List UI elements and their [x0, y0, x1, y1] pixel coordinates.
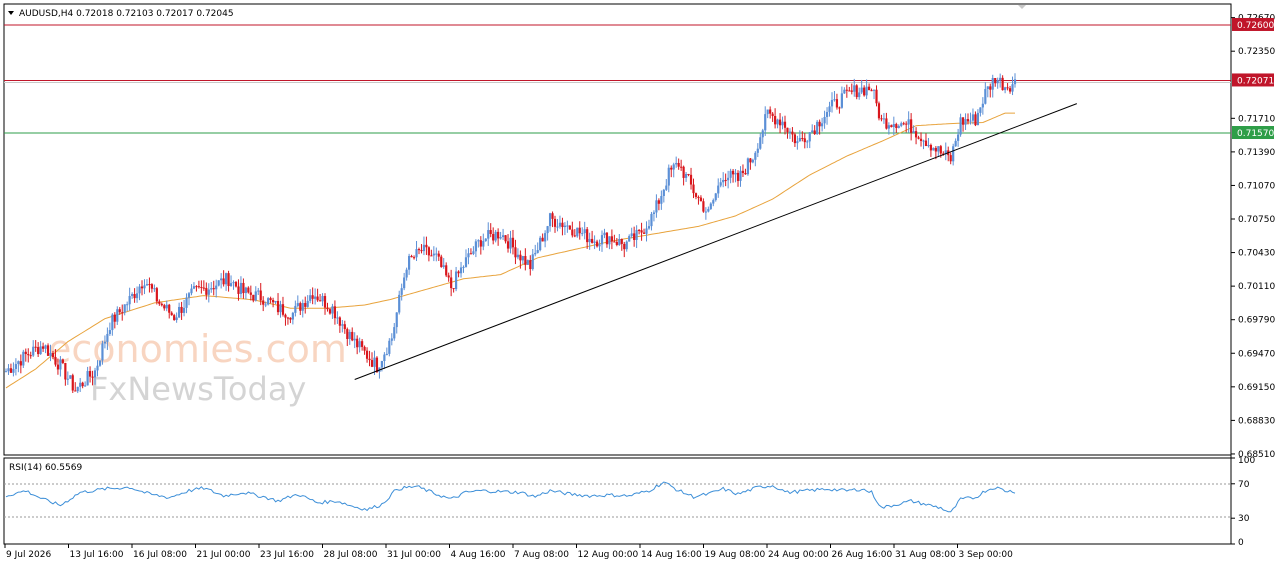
chart-window: economies.com FxNewsToday 0.726700.72350…	[0, 0, 1280, 567]
svg-text:30: 30	[1238, 514, 1250, 524]
svg-text:0.72350: 0.72350	[1238, 47, 1275, 57]
svg-text:28 Jul 08:00: 28 Jul 08:00	[324, 550, 378, 560]
svg-text:100: 100	[1238, 456, 1255, 466]
svg-text:9 Jul 2026: 9 Jul 2026	[6, 550, 51, 560]
svg-text:13 Jul 16:00: 13 Jul 16:00	[70, 550, 124, 560]
price-tick: 0.71070	[1231, 181, 1275, 191]
svg-text:0.72071: 0.72071	[1237, 76, 1274, 86]
svg-text:0.68830: 0.68830	[1238, 416, 1275, 426]
price-tick: 0.68830	[1231, 416, 1275, 426]
svg-text:7 Aug 08:00: 7 Aug 08:00	[514, 550, 569, 560]
level-tag-current: 0.72071	[1232, 73, 1274, 87]
rsi-label: RSI(14) 60.5569	[9, 463, 82, 473]
price-tick: 0.72350	[1231, 47, 1275, 57]
svg-text:16 Jul 08:00: 16 Jul 08:00	[133, 550, 187, 560]
candle	[539, 235, 542, 252]
price-tick: 0.69470	[1231, 349, 1275, 359]
price-tick: 0.70110	[1231, 282, 1275, 292]
watermark-fxnewstoday: FxNewsToday	[90, 370, 306, 408]
price-tick: 0.70430	[1231, 249, 1275, 259]
svg-text:0.72600: 0.72600	[1237, 21, 1274, 31]
watermark: economies.com FxNewsToday	[48, 327, 347, 408]
svg-text:3 Sep 00:00: 3 Sep 00:00	[959, 550, 1014, 560]
price-tick: 0.71390	[1231, 148, 1275, 158]
candle	[568, 225, 571, 230]
candle	[816, 119, 819, 135]
price-tick: 0.71710	[1231, 114, 1275, 124]
candle	[388, 338, 391, 357]
svg-text:26 Aug 16:00: 26 Aug 16:00	[832, 550, 893, 560]
watermark-economies: economies.com	[48, 327, 347, 371]
price-tick: 0.69790	[1231, 316, 1275, 326]
svg-text:0.71710: 0.71710	[1238, 114, 1275, 124]
candle	[69, 375, 72, 379]
candle	[267, 297, 270, 306]
svg-text:70: 70	[1238, 480, 1250, 490]
price-tick: 0.69150	[1231, 383, 1275, 393]
svg-text:0.69470: 0.69470	[1238, 349, 1275, 359]
svg-text:0.71070: 0.71070	[1238, 181, 1275, 191]
candle	[71, 373, 74, 393]
candle	[855, 84, 858, 100]
candle	[877, 101, 881, 121]
svg-text:0.69790: 0.69790	[1238, 316, 1275, 326]
svg-text:12 Aug 00:00: 12 Aug 00:00	[578, 550, 639, 560]
svg-text:31 Jul 00:00: 31 Jul 00:00	[387, 550, 441, 560]
svg-text:4 Aug 16:00: 4 Aug 16:00	[451, 550, 506, 560]
svg-text:23 Jul 16:00: 23 Jul 16:00	[260, 550, 314, 560]
candle	[440, 254, 443, 268]
svg-text:0.71570: 0.71570	[1237, 129, 1274, 139]
svg-text:0.69150: 0.69150	[1238, 383, 1275, 393]
level-tag-resistance: 0.72600	[1232, 17, 1274, 31]
candle	[217, 280, 220, 287]
candle	[576, 227, 579, 238]
candle	[526, 259, 529, 265]
svg-text:0.70110: 0.70110	[1238, 282, 1275, 292]
svg-text:0.70750: 0.70750	[1238, 215, 1275, 225]
candle	[22, 349, 25, 369]
svg-text:21 Jul 00:00: 21 Jul 00:00	[197, 550, 251, 560]
svg-text:19 Aug 08:00: 19 Aug 08:00	[705, 550, 766, 560]
svg-text:14 Aug 16:00: 14 Aug 16:00	[641, 550, 702, 560]
svg-text:31 Aug 08:00: 31 Aug 08:00	[895, 550, 956, 560]
price-tick: 0.70750	[1231, 215, 1275, 225]
chart-canvas[interactable]: economies.com FxNewsToday 0.726700.72350…	[0, 0, 1280, 567]
svg-text:0: 0	[1238, 538, 1244, 548]
svg-text:0.70430: 0.70430	[1238, 249, 1275, 259]
svg-text:0.71390: 0.71390	[1238, 148, 1275, 158]
symbol-ohlc: AUDUSD,H4 0.72018 0.72103 0.72017 0.7204…	[19, 9, 234, 19]
svg-text:24 Aug 00:00: 24 Aug 00:00	[768, 550, 829, 560]
level-tag-support: 0.71570	[1232, 126, 1274, 140]
symbol-header: AUDUSD,H4 0.72018 0.72103 0.72017 0.7204…	[8, 9, 234, 19]
candle	[746, 157, 750, 176]
